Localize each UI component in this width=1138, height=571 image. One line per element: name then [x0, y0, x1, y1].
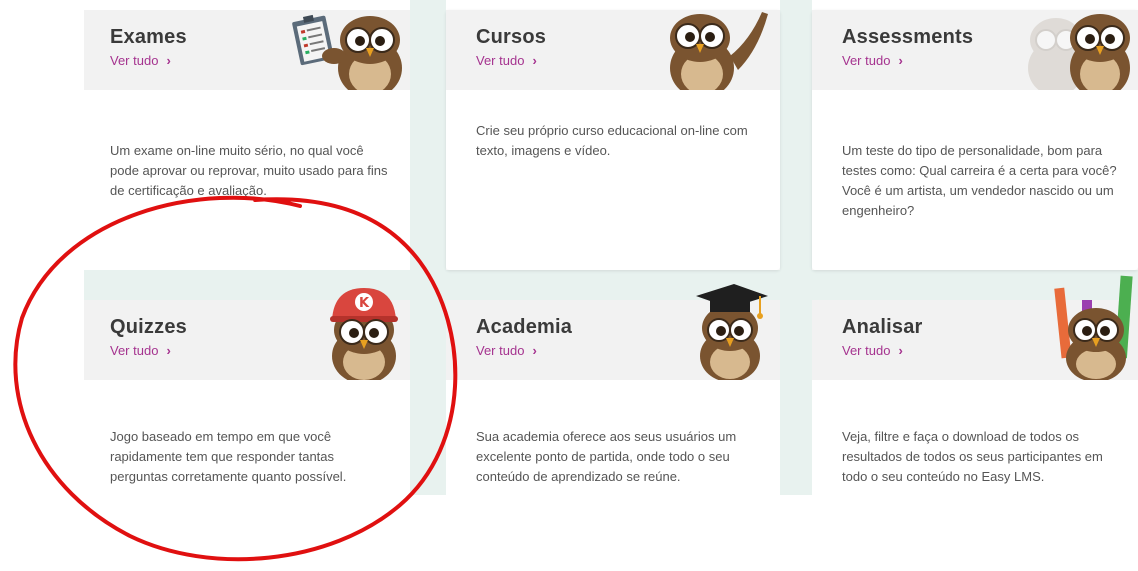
- owl-with-bar-chart-icon: [1054, 275, 1133, 380]
- view-all-link[interactable]: Ver tudo ›: [476, 343, 537, 358]
- view-all-link[interactable]: Ver tudo ›: [110, 53, 171, 68]
- background-row-gap: [84, 270, 1138, 300]
- card-description: Jogo baseado em tempo em que você rapida…: [110, 429, 347, 484]
- card-title: Cursos: [476, 26, 547, 48]
- card-analisar[interactable]: Analisar Ver tudo › Veja, filtre e faça o…: [812, 275, 1138, 495]
- background-column-gap-1: [410, 0, 446, 495]
- card-title: Academia: [476, 316, 573, 338]
- card-cursos[interactable]: Cursos Ver tudo › Crie seu próprio curso …: [446, 10, 780, 270]
- owl-with-reflection-icon: [1028, 14, 1130, 90]
- owl-with-clipboard-icon: [292, 14, 402, 90]
- view-all-link[interactable]: Ver tudo ›: [476, 53, 537, 68]
- card-description: Um exame on-line muito sério, no qual vo…: [110, 143, 388, 198]
- card-academia[interactable]: Academia Ver tudo › Sua academia oferece …: [446, 284, 780, 495]
- card-description: Sua academia oferece aos seus usuários u…: [476, 429, 737, 484]
- lms-content-types-page: Exames Ver tudo › Um exame on-line muito …: [0, 0, 1138, 571]
- view-all-link[interactable]: Ver tudo ›: [842, 343, 903, 358]
- background-column-gap-2: [780, 0, 812, 495]
- card-description: Um teste do tipo de personalidade, bom p…: [842, 143, 1117, 218]
- cap-letter: K: [359, 296, 370, 311]
- chevron-right-icon: ›: [532, 53, 537, 68]
- owl-with-graduation-cap-icon: [696, 284, 768, 380]
- card-title: Analisar: [842, 316, 923, 338]
- chevron-right-icon: ›: [166, 343, 171, 358]
- card-assessments[interactable]: Assessments Ver tudo › Um teste do tipo d…: [812, 10, 1138, 270]
- card-quizzes[interactable]: Quizzes Ver tudo › Jogo baseado em tempo …: [84, 288, 410, 495]
- card-description: Crie seu próprio curso educacional on-li…: [476, 123, 748, 158]
- owl-waving-icon: [670, 12, 768, 90]
- owl-with-red-cap-icon: K: [330, 288, 398, 380]
- card-title: Assessments: [842, 26, 974, 48]
- view-all-link[interactable]: Ver tudo ›: [110, 343, 171, 358]
- card-title: Exames: [110, 26, 187, 48]
- view-all-link[interactable]: Ver tudo ›: [842, 53, 903, 68]
- chevron-right-icon: ›: [532, 343, 537, 358]
- card-description: Veja, filtre e faça o download de todos …: [842, 429, 1103, 484]
- chevron-right-icon: ›: [898, 343, 903, 358]
- card-exames[interactable]: Exames Ver tudo › Um exame on-line muito …: [84, 10, 410, 265]
- card-title: Quizzes: [110, 316, 187, 338]
- chevron-right-icon: ›: [166, 53, 171, 68]
- chevron-right-icon: ›: [898, 53, 903, 68]
